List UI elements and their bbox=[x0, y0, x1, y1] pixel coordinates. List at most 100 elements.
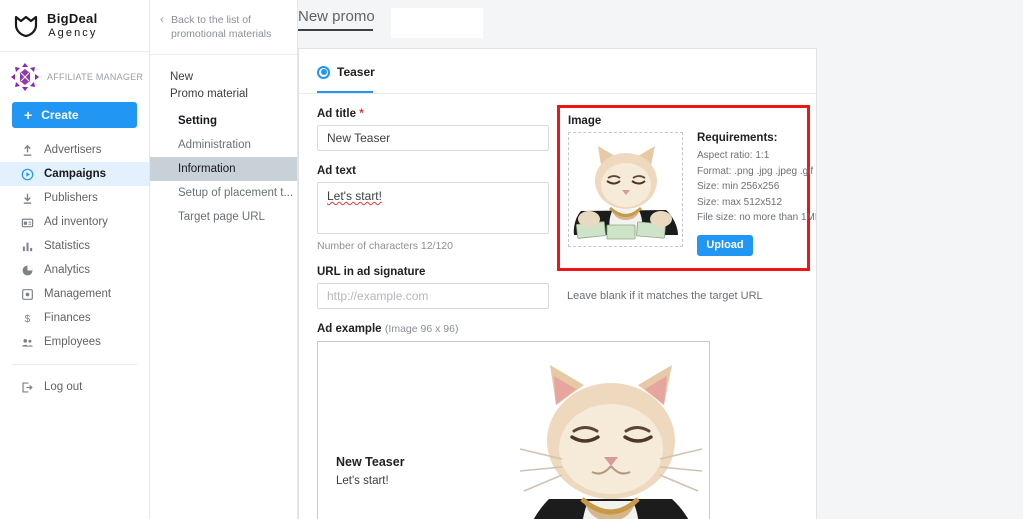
requirement-row: File size: no more than 1MB bbox=[697, 212, 817, 223]
requirement-key: Format: bbox=[697, 165, 732, 177]
subnav-title: New Promo material bbox=[150, 55, 297, 106]
sidebar-divider bbox=[12, 364, 137, 365]
ad-example-header: Ad example (Image 96 x 96) bbox=[317, 321, 816, 335]
preview-text: Let's start! bbox=[336, 475, 389, 487]
promo-subnav: ‹ Back to the list of promotional materi… bbox=[150, 0, 298, 519]
subnav-title-line2: Promo material bbox=[170, 87, 248, 100]
sidebar-item-logout[interactable]: Log out bbox=[0, 375, 149, 399]
requirement-key: Size: bbox=[697, 196, 720, 208]
ad-text-value: Let's start! bbox=[327, 189, 382, 203]
svg-text:$: $ bbox=[24, 314, 30, 325]
sidebar-item-label: Advertisers bbox=[44, 144, 102, 156]
promo-form-card: Teaser Ad title * Ad text Let's start! N… bbox=[298, 48, 817, 519]
main-content: New promo Teaser Ad title * Ad text Let'… bbox=[298, 0, 1023, 519]
sidebar-item-finances[interactable]: $ Finances bbox=[0, 306, 149, 330]
subnav-item-information[interactable]: Information bbox=[150, 157, 297, 182]
app-root: BigDeal Agency AFFILIATE MANAGER + Creat… bbox=[0, 0, 1023, 519]
radio-selected-icon[interactable] bbox=[317, 65, 330, 79]
sidebar-item-label: Management bbox=[44, 288, 112, 300]
plus-icon: + bbox=[24, 107, 33, 123]
requirement-key: Size: bbox=[697, 181, 720, 192]
sidebar-item-label: Ad inventory bbox=[44, 216, 108, 228]
requirements-title: Requirements: bbox=[697, 132, 778, 144]
ad-example-label: Ad example bbox=[317, 323, 382, 335]
page-header: New promo bbox=[298, 0, 1023, 48]
left-sidebar: BigDeal Agency AFFILIATE MANAGER + Creat… bbox=[0, 0, 150, 519]
sidebar-item-analytics[interactable]: Analytics bbox=[0, 258, 149, 282]
sidebar-item-label: Campaigns bbox=[44, 168, 106, 180]
sidebar-item-advertisers[interactable]: Advertisers bbox=[0, 138, 149, 162]
required-asterisk: * bbox=[359, 108, 364, 120]
pie-chart-icon bbox=[20, 263, 34, 277]
upload-arrow-icon bbox=[20, 143, 34, 157]
settings-box-icon bbox=[20, 287, 34, 301]
create-button-label: Create bbox=[41, 108, 79, 122]
image-requirements: Requirements: Aspect ratio: 1:1 Format: … bbox=[697, 132, 817, 256]
subnav-item-setup-placement[interactable]: Setup of placement t... bbox=[150, 181, 297, 205]
sidebar-item-label: Log out bbox=[44, 381, 83, 393]
sidebar-item-management[interactable]: Management bbox=[0, 282, 149, 306]
requirement-key: File size: bbox=[697, 212, 737, 223]
requirement-value: min 256x256 bbox=[722, 181, 780, 192]
dollar-icon: $ bbox=[20, 311, 34, 325]
sidebar-item-publishers[interactable]: Publishers bbox=[0, 186, 149, 210]
subnav-section-setting: Setting bbox=[178, 115, 217, 128]
back-link-line2: promotional materials bbox=[171, 28, 272, 41]
preview-title: New Teaser bbox=[336, 455, 405, 469]
sidebar-item-label: Statistics bbox=[44, 240, 91, 252]
redacted-region bbox=[390, 8, 483, 38]
teaser-tab-label: Teaser bbox=[337, 65, 375, 79]
sidebar-item-campaigns[interactable]: Campaigns bbox=[0, 162, 149, 186]
account-row: AFFILIATE MANAGER bbox=[0, 52, 149, 96]
subnav-item-administration[interactable]: Administration bbox=[150, 133, 297, 157]
url-signature-row: Leave blank if it matches the target URL bbox=[317, 283, 816, 309]
image-thumbnail-dropzone[interactable] bbox=[568, 132, 683, 247]
sidebar-nav: Advertisers Campaigns Publishers Ad inve… bbox=[0, 138, 149, 399]
play-circle-icon bbox=[20, 167, 34, 181]
ad-example-sub: (Image 96 x 96) bbox=[384, 323, 459, 335]
cat-in-suit-image bbox=[573, 137, 679, 243]
image-panel-label: Image bbox=[568, 115, 602, 127]
brand-subtitle: Agency bbox=[48, 26, 98, 39]
affiliate-badge-icon bbox=[10, 62, 40, 92]
requirement-value: 1:1 bbox=[755, 150, 770, 161]
sidebar-item-ad-inventory[interactable]: Ad inventory bbox=[0, 210, 149, 234]
image-upload-panel: Image Requirements: Aspect ratio: 1:1 Fo… bbox=[557, 105, 816, 271]
bar-chart-icon bbox=[20, 239, 34, 253]
ad-text-textarea[interactable]: Let's start! bbox=[317, 182, 549, 234]
download-arrow-icon bbox=[20, 191, 34, 205]
upload-button[interactable]: Upload bbox=[697, 234, 753, 256]
sidebar-item-employees[interactable]: Employees bbox=[0, 330, 149, 354]
back-to-list-link[interactable]: ‹ Back to the list of promotional materi… bbox=[150, 0, 297, 55]
requirement-value: max 512x512 bbox=[722, 196, 783, 208]
back-link-line1: Back to the list of bbox=[171, 14, 251, 26]
url-signature-input[interactable] bbox=[317, 283, 549, 309]
shield-logo-icon bbox=[14, 14, 38, 38]
url-signature-hint: Leave blank if it matches the target URL bbox=[567, 290, 763, 302]
account-role-label: AFFILIATE MANAGER bbox=[47, 72, 144, 82]
teaser-tab[interactable]: Teaser bbox=[299, 49, 816, 85]
sidebar-item-label: Finances bbox=[44, 312, 91, 324]
requirement-value: .png .jpg .jpeg .gif bbox=[734, 165, 814, 177]
cat-in-suit-image bbox=[504, 349, 709, 519]
sidebar-item-statistics[interactable]: Statistics bbox=[0, 234, 149, 258]
requirement-row: Size: min 256x256 bbox=[697, 181, 816, 192]
people-icon bbox=[20, 335, 34, 349]
requirement-row: Format: .png .jpg .jpeg .gif bbox=[697, 165, 816, 177]
brand-name: BigDeal bbox=[47, 10, 98, 26]
requirement-value: no more than 1MB bbox=[739, 212, 817, 223]
sidebar-item-label: Publishers bbox=[44, 192, 98, 204]
subnav-title-line1: New bbox=[170, 70, 194, 83]
card-icon bbox=[20, 215, 34, 229]
chevron-left-icon: ‹ bbox=[160, 12, 164, 26]
page-title[interactable]: New promo bbox=[298, 6, 381, 33]
ad-title-label-text: Ad title bbox=[317, 108, 356, 120]
subnav-item-target-page-url[interactable]: Target page URL bbox=[150, 205, 297, 229]
ad-title-input[interactable] bbox=[317, 125, 549, 151]
create-button[interactable]: + Create bbox=[12, 102, 137, 128]
sidebar-item-label: Employees bbox=[44, 336, 101, 348]
requirement-key: Aspect ratio: bbox=[697, 150, 753, 161]
ad-example-preview: New Teaser Let's start! bbox=[317, 341, 710, 519]
brand-header[interactable]: BigDeal Agency bbox=[0, 0, 149, 52]
sidebar-item-label: Analytics bbox=[44, 264, 91, 276]
